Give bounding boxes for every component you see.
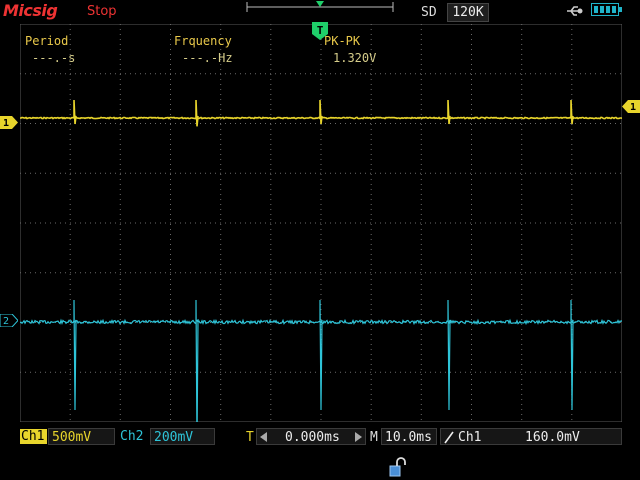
trigger-settings[interactable]: Ch1 160.0mV [440,428,622,445]
timebase-scale[interactable]: 10.0ms [381,428,437,445]
ch2-offset-marker[interactable]: 2 [0,314,18,327]
memory-depth[interactable]: 120K [447,3,489,22]
svg-text:1: 1 [3,118,9,129]
trigger-offset-label: T [246,430,254,445]
ch2-button[interactable]: Ch2 [120,429,150,444]
lock-icon[interactable] [389,457,407,477]
run-stop-status[interactable]: Stop [87,4,117,19]
ch1-button[interactable]: Ch1 [20,429,47,444]
ch1-offset-marker[interactable]: 1 [0,116,18,129]
arrow-right-icon[interactable] [352,432,362,442]
measure-period-label: Period [25,34,69,48]
measure-pkpk-label: PK-PK [324,34,361,48]
svg-text:2: 2 [3,316,9,327]
battery-icon [591,3,622,16]
brand-logo: Micsig [3,1,58,20]
storage-label: SD [421,5,437,20]
trigger-offset-control[interactable]: 0.000ms [256,428,366,445]
trigger-source: Ch1 [458,430,482,445]
timebase-label: M [370,430,378,445]
waveform-display[interactable] [20,24,622,422]
measure-pkpk-value: 1.320V [333,51,377,65]
arrow-left-icon[interactable] [260,432,270,442]
trigger-position-marker[interactable]: T [312,22,328,40]
trigger-offset-value: 0.000ms [285,430,340,445]
trigger-marker-text: T [317,24,324,37]
svg-text:1: 1 [630,102,636,113]
rising-edge-icon [444,431,454,444]
trigger-level-value: 160.0mV [525,430,580,445]
usb-icon [567,6,583,16]
memory-timeline[interactable] [246,1,394,13]
measure-frequency-value: ---.-Hz [182,51,233,65]
measure-period-value: ---.-s [32,51,76,65]
trigger-level-marker[interactable]: 1 [622,100,640,113]
ch1-scale[interactable]: 500mV [48,428,115,445]
top-bar: Micsig Stop SD 120K [0,0,640,24]
measure-frequency-label: Frquency [174,34,232,48]
ch2-scale[interactable]: 200mV [150,428,215,445]
